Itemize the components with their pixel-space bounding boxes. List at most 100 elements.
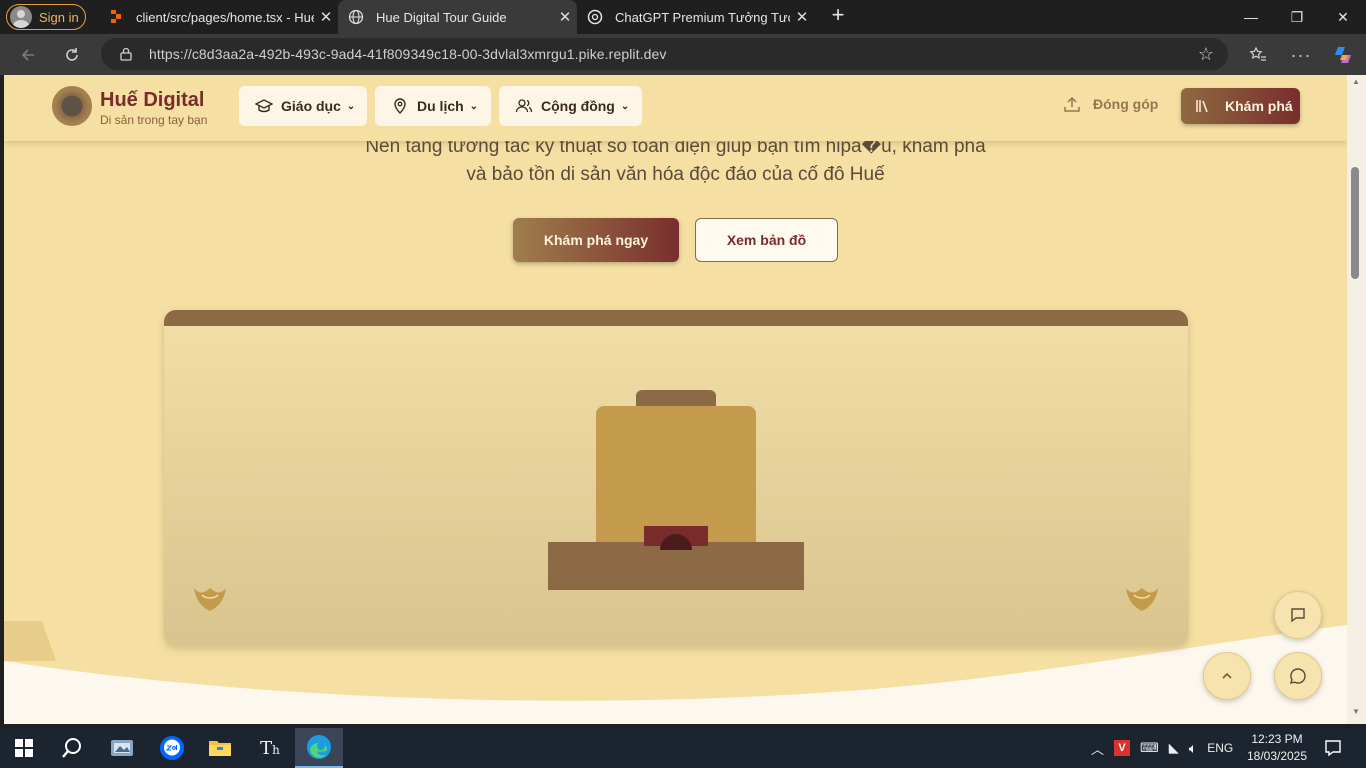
explore-header-button[interactable]: Khám phá	[1181, 88, 1300, 124]
start-button[interactable]	[0, 728, 48, 768]
site-header: Huế Digital Di sản trong tay bạn Giáo dụ…	[4, 75, 1347, 141]
chatbot-button[interactable]	[1274, 652, 1322, 700]
windows-logo-icon	[15, 739, 33, 757]
copilot-button[interactable]	[1328, 40, 1358, 70]
input-method-icon[interactable]: ⌨	[1140, 740, 1159, 756]
favorite-star-icon[interactable]: ☆	[1198, 44, 1214, 65]
reload-button[interactable]	[57, 40, 87, 70]
nav-education[interactable]: Giáo dục ⌄	[239, 86, 367, 126]
scroll-to-top-button[interactable]	[1203, 652, 1251, 700]
more-dots-icon: ···	[1290, 44, 1312, 65]
sign-in-button[interactable]: Sign in	[6, 4, 86, 30]
app-window-icon	[111, 740, 133, 756]
explore-header-label: Khám phá	[1225, 98, 1293, 114]
hero-subtitle: Nền tảng tương tác kỹ thuật số toàn diện…	[4, 133, 1347, 189]
copilot-icon	[1335, 47, 1351, 63]
contribute-button[interactable]: Đóng góp	[1063, 95, 1158, 113]
profile-avatar-icon	[10, 6, 32, 28]
tab-replit-editor[interactable]: client/src/pages/home.tsx - HueD ✕	[98, 0, 338, 34]
notification-icon	[1325, 740, 1341, 757]
nav-travel[interactable]: Du lịch ⌄	[375, 86, 491, 126]
message-square-icon	[1291, 608, 1305, 623]
globe-icon	[348, 9, 364, 25]
brand[interactable]: Huế Digital Di sản trong tay bạn	[100, 89, 207, 127]
tab-title: client/src/pages/home.tsx - HueD	[136, 9, 314, 25]
browser-toolbar: https://c8d3aa2a-492b-493c-9ad4-41f80934…	[0, 34, 1366, 75]
taskbar-search-button[interactable]	[48, 728, 96, 768]
chevron-up-tray-icon[interactable]: ︿	[1091, 739, 1104, 758]
zalo-icon	[160, 736, 184, 760]
text-editor-icon: Th	[260, 737, 280, 759]
graduation-cap-icon	[255, 99, 273, 113]
url-text: https://c8d3aa2a-492b-493c-9ad4-41f80934…	[149, 46, 667, 62]
taskbar-app-button[interactable]	[98, 728, 146, 768]
taskbar-file-explorer-button[interactable]	[196, 728, 244, 768]
favorites-button[interactable]	[1243, 40, 1273, 70]
edge-icon	[307, 735, 331, 759]
close-tab-icon[interactable]: ✕	[314, 8, 338, 26]
back-arrow-icon	[21, 49, 34, 61]
upload-icon	[1064, 96, 1080, 112]
chevron-down-icon: ⌄	[620, 100, 630, 112]
search-icon	[62, 738, 81, 758]
tab-title: Hue Digital Tour Guide	[376, 9, 507, 25]
folder-icon	[209, 741, 231, 756]
scrollbar-thumb[interactable]	[1351, 167, 1359, 279]
view-map-button[interactable]: Xem bản đồ	[695, 218, 838, 262]
lotus-ornament-icon	[1126, 588, 1158, 611]
users-icon	[515, 99, 533, 113]
map-pin-icon	[394, 98, 406, 114]
library-icon	[1196, 100, 1208, 113]
taskbar-edge-button[interactable]	[295, 728, 343, 768]
new-tab-button[interactable]: +	[826, 4, 850, 28]
address-bar[interactable]: https://c8d3aa2a-492b-493c-9ad4-41f80934…	[101, 38, 1228, 70]
favorites-list-icon	[1249, 46, 1266, 61]
page-viewport: Nền tảng tương tác kỹ thuật số toàn diện…	[4, 75, 1347, 724]
chevron-down-icon: ⌄	[469, 100, 479, 112]
nav-community[interactable]: Cộng đồng ⌄	[499, 86, 642, 126]
lotus-ornament-icon	[194, 588, 226, 611]
scroll-up-arrow-icon[interactable]: ▲	[1352, 77, 1360, 86]
minimize-button[interactable]: —	[1228, 0, 1274, 34]
language-indicator[interactable]: ENG	[1207, 741, 1233, 755]
explore-now-button[interactable]: Khám phá ngay	[513, 218, 679, 262]
notification-center-button[interactable]	[1310, 728, 1356, 768]
clock-time: 12:23 PM	[1251, 732, 1303, 746]
volume-icon[interactable]: 🔈︎	[1189, 740, 1197, 757]
taskbar-text-editor-button[interactable]: Th	[246, 728, 294, 768]
sign-in-label: Sign in	[39, 9, 79, 25]
chevron-up-icon	[1222, 672, 1232, 679]
back-button[interactable]	[13, 40, 43, 70]
restore-button[interactable]: ❐	[1274, 0, 1320, 34]
nav-travel-label: Du lịch	[417, 98, 464, 114]
replit-icon	[111, 10, 121, 23]
vietnamese-keyboard-icon[interactable]: V	[1114, 740, 1131, 756]
nav-community-label: Cộng đồng	[541, 98, 615, 114]
system-tray: ︿ V ⌨ ◣ 🔈︎ ENG	[1091, 728, 1233, 768]
settings-menu-button[interactable]: ···	[1286, 40, 1316, 70]
contribute-label: Đóng góp	[1093, 96, 1159, 112]
tab-hue-digital[interactable]: Hue Digital Tour Guide ✕	[338, 0, 577, 34]
feedback-chat-button[interactable]	[1274, 591, 1322, 639]
clock[interactable]: 12:23 PM 18/03/2025	[1246, 731, 1308, 765]
hue-citadel-illustration	[164, 310, 1188, 646]
close-window-button[interactable]: ✕	[1320, 0, 1366, 34]
taskbar-zalo-button[interactable]	[148, 728, 196, 768]
gate-tower	[596, 406, 756, 546]
hero-subtitle-line-2: và bảo tồn di sản văn hóa độc đáo của cố…	[466, 164, 885, 185]
clock-date: 18/03/2025	[1246, 749, 1308, 763]
scroll-down-arrow-icon[interactable]: ▼	[1352, 707, 1360, 716]
close-tab-icon[interactable]: ✕	[553, 8, 577, 26]
reload-icon	[66, 48, 78, 61]
card-top-bar	[164, 310, 1188, 326]
gate-door	[644, 526, 708, 550]
hue-seal-logo[interactable]	[52, 86, 92, 126]
message-circle-icon	[1290, 668, 1306, 684]
brand-tagline: Di sản trong tay bạn	[100, 113, 208, 127]
page-scrollbar[interactable]: ▲ ▼	[1347, 75, 1366, 724]
chevron-down-icon: ⌄	[346, 100, 356, 112]
network-icon[interactable]: ◣	[1169, 740, 1179, 756]
tab-chatgpt[interactable]: ChatGPT Premium Tưởng Tượng ✕	[577, 0, 814, 34]
lock-icon	[120, 47, 132, 61]
close-tab-icon[interactable]: ✕	[790, 8, 814, 26]
